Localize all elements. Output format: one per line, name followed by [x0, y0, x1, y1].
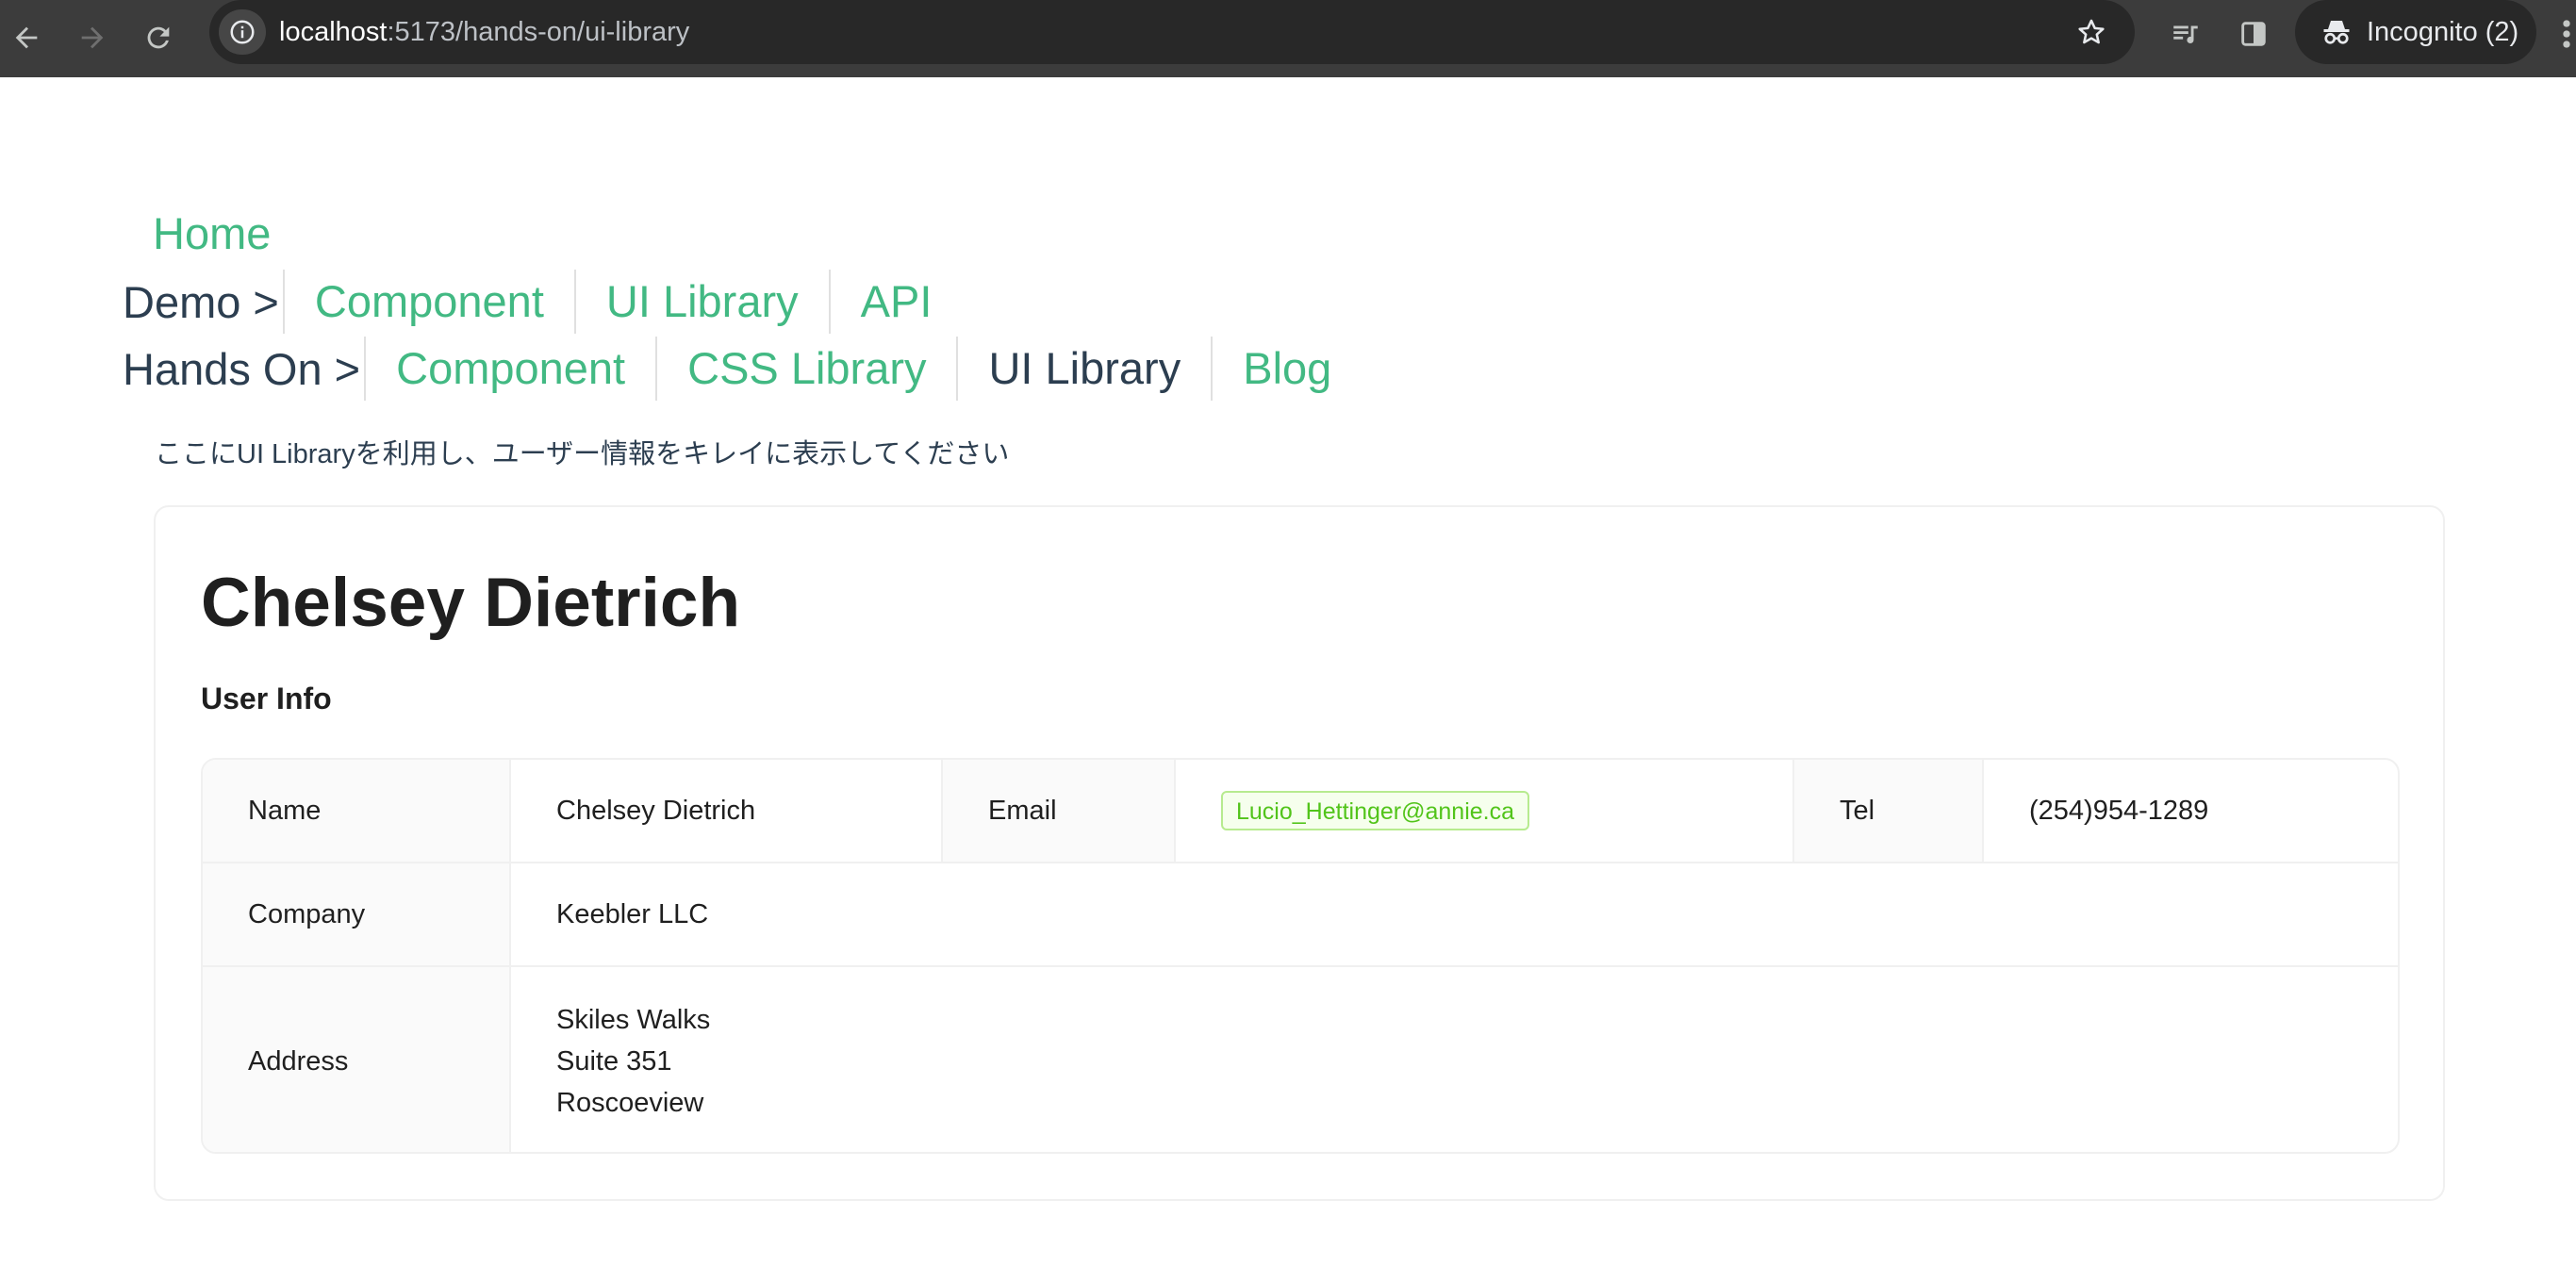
section-title: User Info [201, 682, 332, 715]
demo-nav-component[interactable]: Component [282, 270, 574, 334]
name-label: Name [203, 760, 511, 863]
name-value: Chelsey Dietrich [511, 760, 943, 863]
back-arrow-icon [15, 26, 38, 49]
hands-on-nav-css-library[interactable]: CSS Library [655, 337, 956, 401]
demo-nav-label: Demo > [123, 276, 279, 327]
site-info-button[interactable] [219, 9, 266, 55]
url-path: :5173/hands-on/ui-library [387, 17, 690, 47]
media-queue-icon [2173, 25, 2198, 43]
incognito-badge[interactable]: Incognito (2) [2295, 0, 2536, 64]
address-line: Roscoeview [556, 1088, 704, 1118]
email-label: Email [943, 760, 1176, 863]
address-line: Skiles Walks [556, 1005, 711, 1035]
side-panel-icon [2241, 22, 2266, 46]
email-tag[interactable]: Lucio_Hettinger@annie.ca [1221, 791, 1530, 830]
hands-on-nav-blog[interactable]: Blog [1211, 337, 1362, 401]
incognito-icon [2323, 21, 2350, 44]
tel-value: (254)954-1289 [1984, 760, 2398, 863]
reload-button[interactable] [134, 13, 183, 62]
site-info-icon [230, 20, 255, 44]
email-cell: Lucio_Hettinger@annie.ca [1176, 760, 1794, 863]
back-button[interactable] [2, 13, 51, 62]
hands-on-nav-component[interactable]: Component [364, 337, 655, 401]
address-value: Skiles Walks Suite 351 Roscoeview [511, 967, 2398, 1152]
user-info-table: Name Chelsey Dietrich Email Lucio_Hettin… [201, 758, 2400, 1154]
forward-button[interactable] [68, 13, 117, 62]
nav-home-link[interactable]: Home [153, 202, 271, 266]
company-label: Company [203, 863, 511, 967]
demo-nav-api[interactable]: API [828, 270, 963, 334]
bookmark-button[interactable] [2071, 11, 2112, 53]
hands-on-nav: Hands On > Component CSS Library UI Libr… [123, 337, 1362, 401]
tel-label: Tel [1794, 760, 1984, 863]
demo-nav: Demo > Component UI Library API [123, 270, 962, 334]
address-label: Address [203, 967, 511, 1152]
menu-icon [2563, 20, 2570, 48]
reload-icon [147, 26, 170, 49]
media-queue-button[interactable] [2165, 13, 2206, 55]
user-card: Chelsey Dietrich User Info Name Chelsey … [154, 505, 2445, 1201]
address-line: Suite 351 [556, 1046, 672, 1077]
address-bar[interactable]: localhost:5173/hands-on/ui-library [209, 0, 2135, 64]
card-title: Chelsey Dietrich [201, 565, 741, 641]
forward-arrow-icon [81, 26, 104, 49]
side-panel-button[interactable] [2233, 13, 2274, 55]
menu-button[interactable] [2557, 13, 2576, 55]
url-host: localhost [279, 17, 388, 47]
incognito-label: Incognito (2) [2367, 16, 2519, 47]
hands-on-nav-label: Hands On > [123, 343, 361, 394]
star-icon [2078, 19, 2105, 44]
company-value: Keebler LLC [511, 863, 2398, 967]
browser-toolbar: localhost:5173/hands-on/ui-library Incog… [0, 0, 2576, 77]
url-text[interactable]: localhost:5173/hands-on/ui-library [279, 0, 689, 64]
hands-on-nav-ui-library[interactable]: UI Library [956, 337, 1211, 401]
demo-nav-ui-library[interactable]: UI Library [573, 270, 829, 334]
page-description: ここにUI Libraryを利用し、ユーザー情報をキレイに表示してください [155, 439, 1010, 469]
